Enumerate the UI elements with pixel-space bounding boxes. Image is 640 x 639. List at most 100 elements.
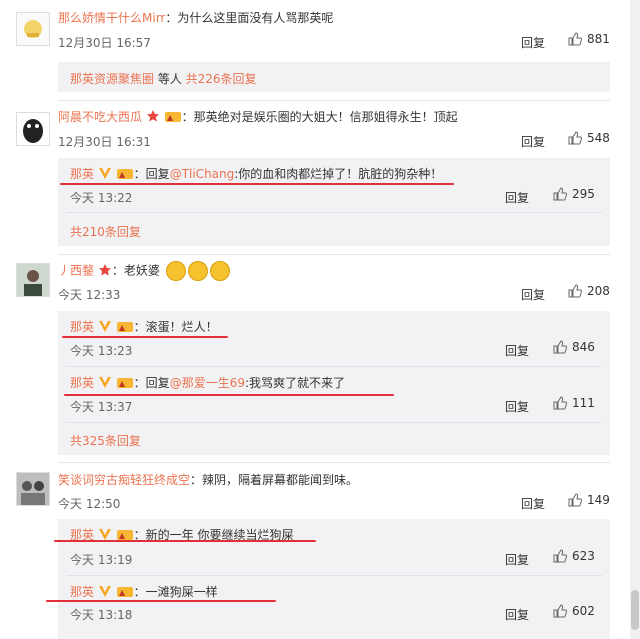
svg-text:▲: ▲ xyxy=(167,113,174,122)
svg-text:▲: ▲ xyxy=(119,323,126,332)
like-count: 295 xyxy=(572,187,595,201)
avatar-image xyxy=(17,113,49,145)
avatar[interactable] xyxy=(16,263,50,297)
reply-more-box: 那英资源聚焦圈 等人 共226条回复 xyxy=(58,62,610,92)
avatar[interactable] xyxy=(16,12,50,46)
sub-reply-user-link[interactable]: 那英 xyxy=(70,320,94,334)
comment-user-link[interactable]: 那么娇情干什么Mirr xyxy=(58,11,165,25)
more-user-link[interactable]: 那英资源聚焦圈 xyxy=(70,72,154,86)
thumbs-up-icon xyxy=(568,284,582,298)
sub-reply-prefix: ：回复 xyxy=(133,167,170,181)
reply-button[interactable]: 回复 xyxy=(521,34,545,51)
comment-text: ：辣阴，隔着屏幕都能闻到味。 xyxy=(190,473,359,487)
star-badge-icon xyxy=(146,109,160,126)
reply-button[interactable]: 回复 xyxy=(505,551,529,568)
like-count: 623 xyxy=(572,549,595,563)
comment-text: ：为什么这里面没有人骂那英呢 xyxy=(165,11,334,25)
divider xyxy=(66,575,602,576)
sub-reply-line: 那英 ▲ ：回复@那爱一生69:我骂爽了就不来了 xyxy=(70,374,345,392)
reply-button[interactable]: 回复 xyxy=(521,286,545,303)
reply-button[interactable]: 回复 xyxy=(521,495,545,512)
like-button[interactable]: 149 xyxy=(568,493,610,507)
sub-reply-time: 今天 13:37 xyxy=(70,400,133,414)
avatar-image xyxy=(17,13,49,45)
sub-reply-text: :你的血和肉都烂掉了！肮脏的狗杂种！ xyxy=(234,167,443,181)
red-underline xyxy=(62,336,228,338)
like-count: 149 xyxy=(587,493,610,507)
comment-user-link[interactable]: 笑谈词穷古痴轻狂终成空 xyxy=(58,473,190,487)
thumbs-up-icon xyxy=(568,32,582,46)
sub-reply-line: 那英 ▲ ：回复@TliChang:你的血和肉都烂掉了！肮脏的狗杂种！ xyxy=(70,165,442,183)
divider xyxy=(66,422,602,423)
mention-link[interactable]: @那爱一生69 xyxy=(170,376,245,390)
sub-reply-time: 今天 13:22 xyxy=(70,191,133,205)
sub-reply-user-link[interactable]: 那英 xyxy=(70,585,94,599)
scrollbar-thumb[interactable] xyxy=(631,590,639,630)
like-button[interactable]: 295 xyxy=(553,187,595,201)
sub-reply-text: ：滚蛋！烂人！ xyxy=(133,320,218,334)
comment-line: 那么娇情干什么Mirr：为什么这里面没有人骂那英呢 xyxy=(58,9,333,26)
vip-crown-icon: ▲ xyxy=(116,319,134,336)
sub-reply-user-link[interactable]: 那英 xyxy=(70,376,94,390)
reply-button[interactable]: 回复 xyxy=(521,133,545,150)
reply-button[interactable]: 回复 xyxy=(505,606,529,623)
like-button[interactable]: 623 xyxy=(553,549,595,563)
more-replies-link[interactable]: 共210条回复 xyxy=(70,223,141,240)
like-count: 208 xyxy=(587,284,610,298)
red-underline xyxy=(46,600,276,602)
divider xyxy=(66,212,602,213)
avatar-image xyxy=(17,264,49,296)
reply-button[interactable]: 回复 xyxy=(505,398,529,415)
like-count: 111 xyxy=(572,396,595,410)
like-button[interactable]: 846 xyxy=(553,340,595,354)
thumbs-up-icon xyxy=(553,187,567,201)
like-button[interactable]: 602 xyxy=(553,604,595,618)
more-suffix: 等人 xyxy=(154,72,186,86)
sub-reply-time: 今天 13:19 xyxy=(70,553,133,567)
v-badge-icon xyxy=(98,319,112,336)
sub-reply-line: 那英 ▲ ：滚蛋！烂人！ xyxy=(70,318,218,336)
comment-user-link[interactable]: 阿晨不吃大西瓜 xyxy=(58,110,142,124)
emoji-icon xyxy=(187,261,208,281)
reply-button[interactable]: 回复 xyxy=(505,189,529,206)
more-replies-link[interactable]: 那英资源聚焦圈 等人 共226条回复 xyxy=(70,70,257,87)
avatar[interactable] xyxy=(16,112,50,146)
sub-reply-text: ：一滩狗屎一样 xyxy=(133,585,218,599)
comment-text: ：那英绝对是娱乐圈的大姐大！信那姐得永生！顶起 xyxy=(181,110,458,124)
more-replies-link[interactable]: 共325条回复 xyxy=(70,432,141,449)
comment-time: 12月30日 16:31 xyxy=(58,135,151,149)
emoji-icon xyxy=(209,261,230,281)
divider xyxy=(58,254,610,255)
red-underline xyxy=(60,183,454,185)
sub-reply-line: 那英 ▲ ：一滩狗屎一样 xyxy=(70,583,218,601)
more-count[interactable]: 共226条回复 xyxy=(186,72,257,86)
comment-time: 12月30日 16:57 xyxy=(58,36,151,50)
like-button[interactable]: 111 xyxy=(553,396,595,410)
svg-text:▲: ▲ xyxy=(119,588,126,597)
comment-user-link[interactable]: 丿西鍪 xyxy=(58,264,94,278)
sub-reply-time: 今天 13:18 xyxy=(70,608,133,622)
like-button[interactable]: 881 xyxy=(568,32,610,46)
red-underline xyxy=(54,540,316,542)
mention-link[interactable]: @TliChang xyxy=(170,167,235,181)
like-button[interactable]: 548 xyxy=(568,131,610,145)
comment-text: ：老妖婆 xyxy=(111,263,160,278)
like-button[interactable]: 208 xyxy=(568,284,610,298)
avatar[interactable] xyxy=(16,472,50,506)
vip-crown-icon: ▲ xyxy=(116,584,134,601)
comment-time: 今天 12:50 xyxy=(58,497,121,511)
star-badge-icon xyxy=(98,263,112,280)
divider xyxy=(66,366,602,367)
svg-text:▲: ▲ xyxy=(119,379,126,388)
vip-crown-icon: ▲ xyxy=(164,109,182,126)
reply-button[interactable]: 回复 xyxy=(505,342,529,359)
divider xyxy=(58,462,610,463)
divider xyxy=(58,100,610,101)
thumbs-up-icon xyxy=(568,493,582,507)
sub-reply-time: 今天 13:23 xyxy=(70,344,133,358)
thumbs-up-icon xyxy=(568,131,582,145)
scrollbar[interactable] xyxy=(630,0,640,639)
like-count: 881 xyxy=(587,32,610,46)
v-badge-icon xyxy=(98,375,112,392)
sub-reply-user-link[interactable]: 那英 xyxy=(70,167,94,181)
